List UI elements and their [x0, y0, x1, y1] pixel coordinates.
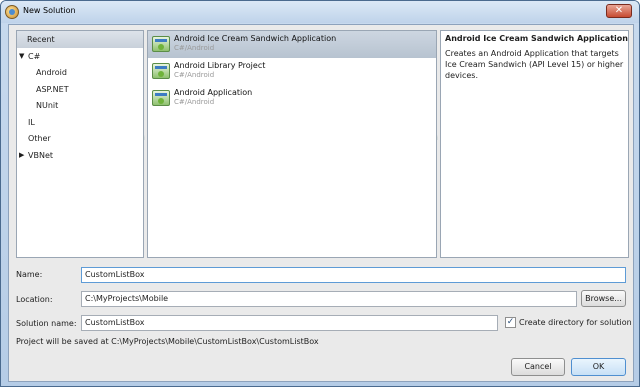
- template-item-library[interactable]: Android Library Project C#/Android: [148, 58, 436, 85]
- category-label: ASP.NET: [36, 85, 69, 94]
- window-title: New Solution: [23, 6, 76, 15]
- create-directory-checkbox[interactable]: ✓: [505, 317, 516, 328]
- name-label: Name:: [16, 270, 43, 279]
- save-path-text: Project will be saved at C:\MyProjects\M…: [16, 337, 319, 346]
- description-title: Android Ice Cream Sandwich Application: [445, 34, 628, 43]
- ok-button[interactable]: OK: [571, 358, 626, 376]
- close-icon: ✕: [614, 5, 624, 16]
- category-label: IL: [28, 118, 35, 127]
- category-vbnet[interactable]: ▶ VBNet: [17, 148, 143, 163]
- category-csharp[interactable]: ▼ C#: [17, 49, 143, 64]
- template-language: C#/Android: [174, 44, 215, 52]
- template-description: Android Ice Cream Sandwich Application C…: [440, 30, 629, 258]
- category-nunit[interactable]: NUnit: [17, 98, 143, 113]
- android-library-icon: [152, 63, 170, 79]
- category-label: C#: [28, 52, 41, 61]
- category-label: Android: [36, 68, 67, 77]
- new-solution-window: New Solution ✕ Recent ▼ C# Android ASP.N…: [0, 0, 640, 387]
- solution-name-input[interactable]: CustomListBox: [81, 315, 498, 331]
- template-name: Android Application: [174, 88, 253, 97]
- title-bar[interactable]: New Solution ✕: [1, 1, 639, 23]
- category-aspnet[interactable]: ASP.NET: [17, 82, 143, 97]
- template-name: Android Library Project: [174, 61, 266, 70]
- android-project-icon: [152, 36, 170, 52]
- category-tree: Recent ▼ C# Android ASP.NET NUnit IL Oth…: [16, 30, 144, 258]
- splitter-grip-icon[interactable]: ⁞: [143, 135, 146, 147]
- close-button[interactable]: ✕: [606, 4, 632, 18]
- template-list: Android Ice Cream Sandwich Application C…: [147, 30, 437, 258]
- dialog-body: Recent ▼ C# Android ASP.NET NUnit IL Oth…: [8, 24, 634, 382]
- template-name: Android Ice Cream Sandwich Application: [174, 34, 337, 43]
- category-label: VBNet: [28, 151, 54, 160]
- app-icon: [5, 5, 19, 19]
- category-label: Other: [28, 134, 51, 143]
- expand-down-icon[interactable]: ▼: [19, 49, 24, 64]
- category-il[interactable]: IL: [17, 115, 143, 130]
- checkmark-icon: ✓: [506, 317, 515, 327]
- category-label: NUnit: [36, 101, 59, 110]
- create-directory-label[interactable]: Create directory for solution: [519, 318, 632, 327]
- cancel-button[interactable]: Cancel: [511, 358, 565, 376]
- category-android[interactable]: Android: [17, 65, 143, 80]
- template-language: C#/Android: [174, 71, 215, 79]
- category-other[interactable]: Other: [17, 131, 143, 146]
- location-label: Location:: [16, 295, 53, 304]
- solution-name-label: Solution name:: [16, 319, 77, 328]
- location-input[interactable]: C:\MyProjects\Mobile: [81, 291, 577, 307]
- name-input[interactable]: CustomListBox: [81, 267, 626, 283]
- browse-button[interactable]: Browse...: [581, 290, 626, 307]
- splitter-grip-icon[interactable]: ⁞: [436, 135, 439, 147]
- template-language: C#/Android: [174, 98, 215, 106]
- template-item-ics-app[interactable]: Android Ice Cream Sandwich Application C…: [148, 31, 436, 58]
- template-item-android-app[interactable]: Android Application C#/Android: [148, 85, 436, 112]
- android-project-icon: [152, 90, 170, 106]
- category-recent[interactable]: Recent: [17, 31, 143, 48]
- description-text: Creates an Android Application that targ…: [445, 49, 624, 80]
- expand-right-icon[interactable]: ▶: [19, 148, 24, 163]
